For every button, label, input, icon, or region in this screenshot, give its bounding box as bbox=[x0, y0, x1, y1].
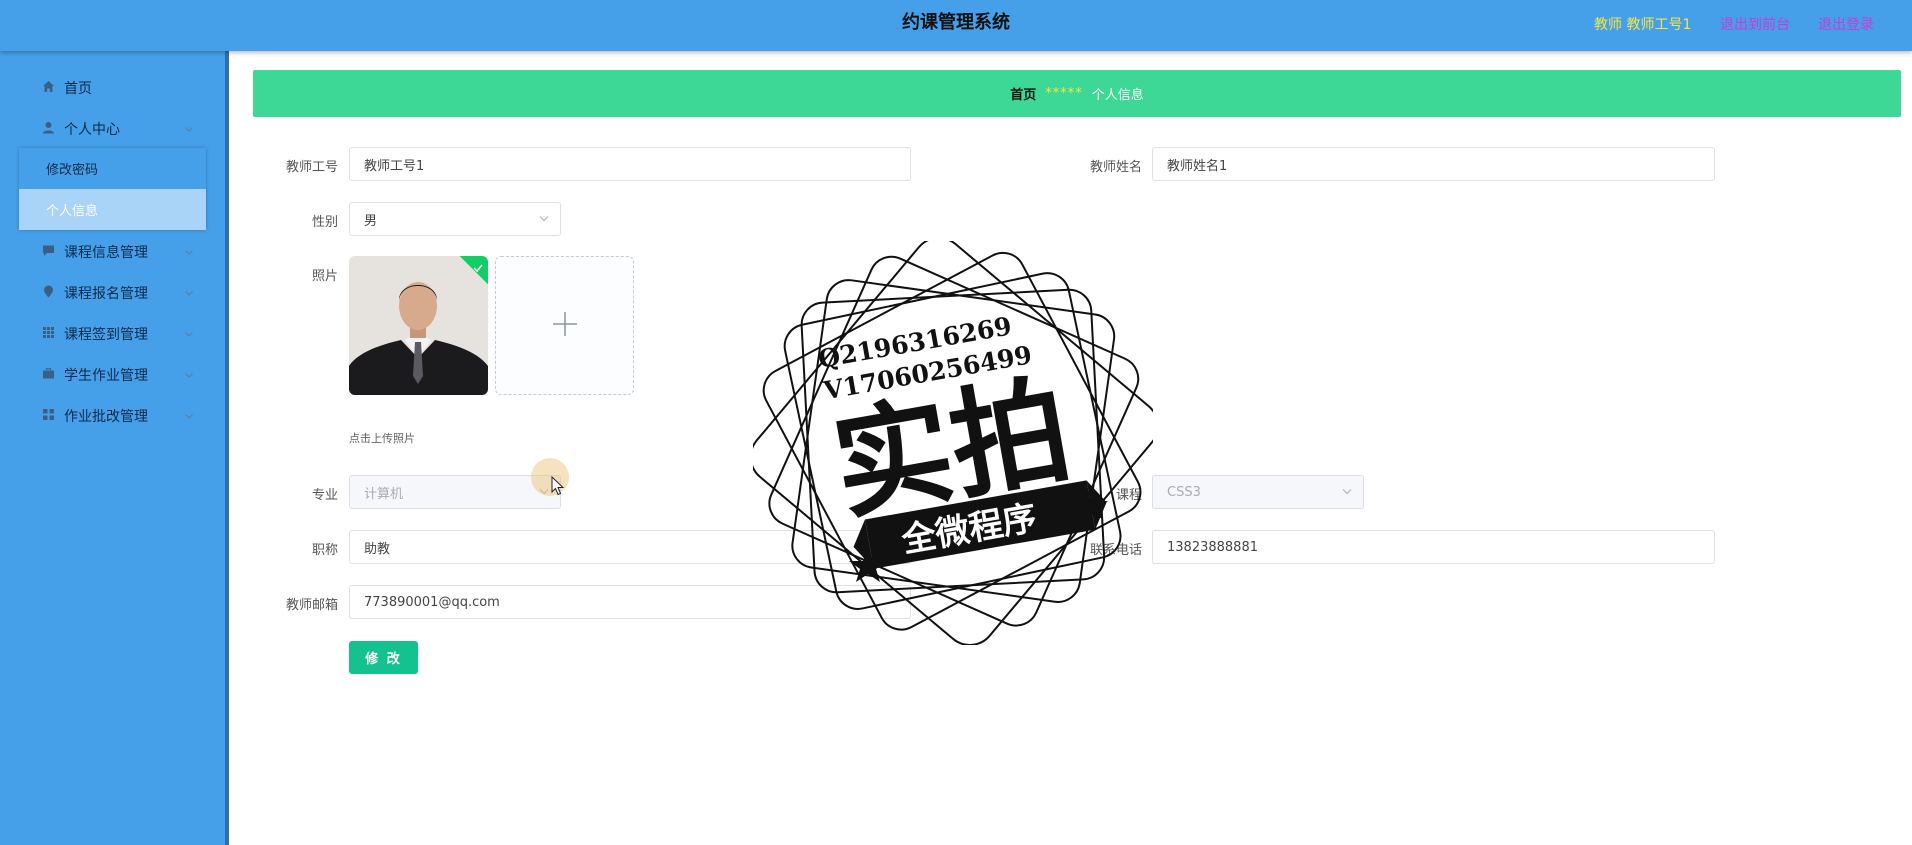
sidebar-item-label: 首页 bbox=[64, 80, 92, 97]
chevron-down-icon bbox=[184, 286, 194, 302]
submenu-item-label: 个人信息 bbox=[46, 204, 99, 219]
email-value: 773890001@qq.com bbox=[364, 594, 500, 610]
title-label: 职称 bbox=[311, 543, 338, 558]
sidebar: 首页 个人中心 修改密码 个人信息 课程信息管理 课程报名管理 课程签到管理 学… bbox=[0, 51, 229, 845]
user-icon bbox=[41, 120, 56, 135]
plus-icon bbox=[551, 310, 579, 342]
top-header: 约课管理系统 教师 教师工号1 退出到前台 退出登录 bbox=[0, 0, 1912, 51]
grid-icon bbox=[41, 325, 56, 340]
photo-upload-button[interactable] bbox=[495, 256, 634, 395]
current-user: 教师 教师工号1 bbox=[1594, 17, 1692, 33]
teacher-name-field[interactable]: 教师姓名1 bbox=[1152, 147, 1715, 181]
apps-icon bbox=[41, 407, 56, 422]
chevron-down-icon bbox=[184, 122, 194, 138]
photo-label: 照片 bbox=[311, 269, 338, 284]
phone-field[interactable]: 13823888881 bbox=[1152, 530, 1715, 564]
gender-label: 性别 bbox=[311, 215, 338, 230]
sidebar-item-course-info[interactable]: 课程信息管理 bbox=[0, 231, 225, 272]
course-value: CSS3 bbox=[1167, 484, 1201, 500]
sidebar-item-enrollment[interactable]: 课程报名管理 bbox=[0, 272, 225, 313]
sidebar-item-personal-center[interactable]: 个人中心 bbox=[0, 108, 225, 149]
major-label: 专业 bbox=[311, 488, 338, 503]
phone-value: 13823888881 bbox=[1167, 539, 1258, 555]
sidebar-item-label: 个人中心 bbox=[64, 121, 120, 138]
chat-icon bbox=[41, 243, 56, 258]
sidebar-item-label: 作业批改管理 bbox=[64, 408, 148, 425]
sidebar-item-label: 学生作业管理 bbox=[64, 367, 148, 384]
major-select[interactable]: 计算机 bbox=[349, 475, 561, 509]
sidebar-item-label: 课程信息管理 bbox=[64, 244, 148, 261]
chevron-down-icon bbox=[538, 212, 550, 228]
email-label: 教师邮箱 bbox=[285, 598, 338, 613]
briefcase-icon bbox=[41, 366, 56, 381]
sidebar-item-grading[interactable]: 作业批改管理 bbox=[0, 395, 225, 436]
breadcrumb-home[interactable]: 首页 bbox=[1010, 84, 1036, 103]
submenu-item-change-password[interactable]: 修改密码 bbox=[19, 148, 206, 189]
breadcrumb-current: 个人信息 bbox=[1091, 88, 1144, 103]
check-icon bbox=[472, 259, 484, 278]
exit-to-frontend-link[interactable]: 退出到前台 bbox=[1720, 14, 1790, 34]
breadcrumb-separator: ***** bbox=[1045, 86, 1083, 101]
home-icon bbox=[41, 79, 56, 94]
person-photo-image bbox=[349, 256, 488, 395]
sidebar-item-check-in[interactable]: 课程签到管理 bbox=[0, 313, 225, 354]
location-icon bbox=[41, 284, 56, 299]
submenu-item-personal-info[interactable]: 个人信息 bbox=[19, 189, 206, 230]
chevron-down-icon bbox=[184, 368, 194, 384]
watermark-stamp: Q2196316269 V17060256499 实拍 全微程序 bbox=[749, 236, 1159, 646]
major-value: 计算机 bbox=[364, 486, 404, 502]
teacher-id-label: 教师工号 bbox=[285, 160, 338, 175]
chevron-down-icon bbox=[1341, 485, 1353, 501]
gender-value: 男 bbox=[364, 213, 378, 229]
mouse-cursor-icon bbox=[551, 475, 565, 500]
photo-upload-hint: 点击上传照片 bbox=[349, 432, 415, 445]
sidebar-item-home[interactable]: 首页 bbox=[0, 67, 225, 108]
gender-select[interactable]: 男 bbox=[349, 202, 561, 236]
teacher-name-label: 教师姓名 bbox=[1089, 160, 1142, 175]
sidebar-item-homework[interactable]: 学生作业管理 bbox=[0, 354, 225, 395]
breadcrumb: 首页 ***** 个人信息 bbox=[253, 70, 1901, 117]
chevron-down-icon bbox=[184, 327, 194, 343]
submit-button[interactable]: 修 改 bbox=[349, 641, 418, 674]
chevron-down-icon bbox=[184, 245, 194, 261]
logout-link[interactable]: 退出登录 bbox=[1818, 14, 1874, 34]
course-select[interactable]: CSS3 bbox=[1152, 475, 1364, 509]
submenu-item-label: 修改密码 bbox=[46, 163, 99, 178]
sidebar-item-label: 课程报名管理 bbox=[64, 285, 148, 302]
teacher-id-field[interactable]: 教师工号1 bbox=[349, 147, 911, 181]
sidebar-item-label: 课程签到管理 bbox=[64, 326, 148, 343]
teacher-id-value: 教师工号1 bbox=[364, 158, 425, 174]
title-value: 助教 bbox=[364, 541, 391, 557]
teacher-name-value: 教师姓名1 bbox=[1167, 158, 1228, 174]
chevron-down-icon bbox=[184, 409, 194, 425]
teacher-photo[interactable] bbox=[349, 256, 488, 395]
personal-center-submenu: 修改密码 个人信息 bbox=[19, 148, 206, 230]
